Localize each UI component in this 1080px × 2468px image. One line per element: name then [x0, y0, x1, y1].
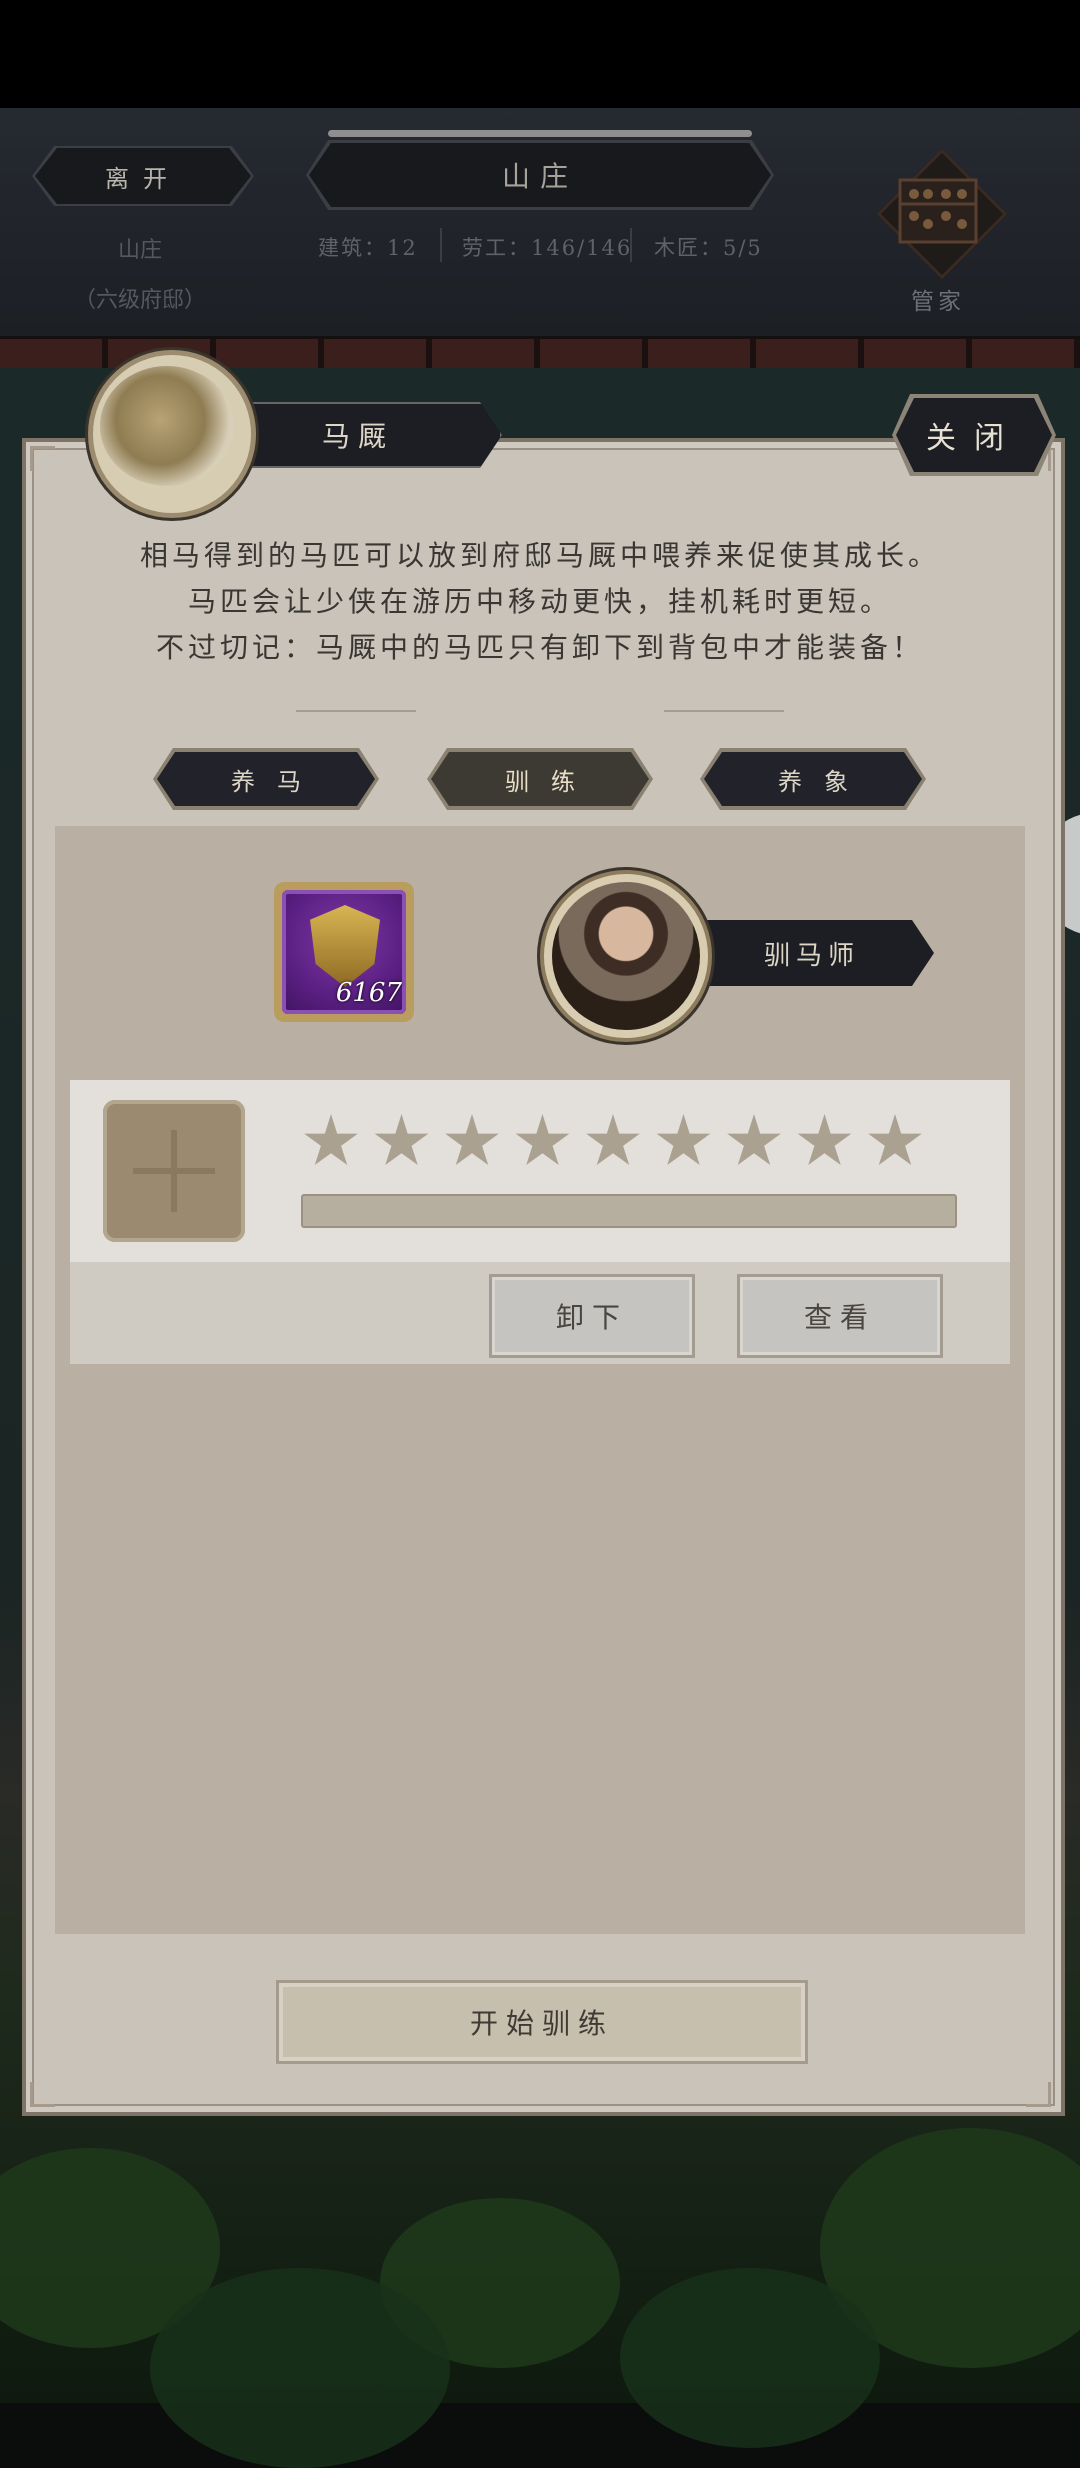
add-horse-button[interactable] [103, 1100, 245, 1242]
tab-train[interactable]: 驯练 [431, 752, 649, 806]
status-bar [0, 0, 1080, 108]
close-button[interactable]: 关闭 [896, 398, 1052, 472]
stat-divider [630, 228, 632, 262]
start-training-button[interactable]: 开始驯练 [276, 1980, 808, 2064]
unload-button[interactable]: 卸下 [489, 1274, 695, 1358]
item-count: 6167 [335, 978, 402, 1008]
stable-building-icon [100, 366, 234, 486]
description-line: 马匹会让少侠在游历中移动更快，挂机耗时更短。 [187, 585, 892, 618]
location-sub: （六级府邸） [73, 288, 206, 313]
page-title: 山庄 [309, 143, 771, 207]
description-line: 不过切记：马厩中的马匹只有卸下到背包中才能装备！ [155, 631, 924, 664]
stat-buildings: 建筑：12 [318, 236, 418, 260]
abacus-icon [898, 178, 978, 244]
growth-progress-bar [301, 1194, 957, 1228]
trainer-name: 驯马师 [690, 920, 934, 986]
panel-corner [1026, 2082, 1051, 2107]
stat-carpenters: 木匠：5/5 [654, 236, 763, 260]
panel-corner [30, 2082, 55, 2107]
view-button[interactable]: 查看 [737, 1274, 943, 1358]
butler-label: 管家 [911, 289, 965, 315]
tab-raise-elephant[interactable]: 养象 [704, 752, 922, 806]
trainer-avatar [552, 882, 700, 1030]
tab-raise-horse[interactable]: 养马 [157, 752, 375, 806]
leave-button[interactable]: 离开 [35, 148, 251, 204]
panel-title: 马厩 [214, 402, 502, 468]
description-line: 相马得到的马匹可以放到府邸马厩中喂养来促使其成长。 [139, 539, 940, 572]
ornament-divider [664, 710, 784, 712]
ornament-divider [296, 710, 416, 712]
location-label: 山庄 [117, 238, 162, 263]
stat-workers: 劳工：146/146 [462, 236, 633, 260]
panel-corner [30, 446, 55, 471]
training-content [55, 826, 1025, 1934]
title-divider [328, 130, 752, 137]
stat-divider [440, 228, 442, 262]
